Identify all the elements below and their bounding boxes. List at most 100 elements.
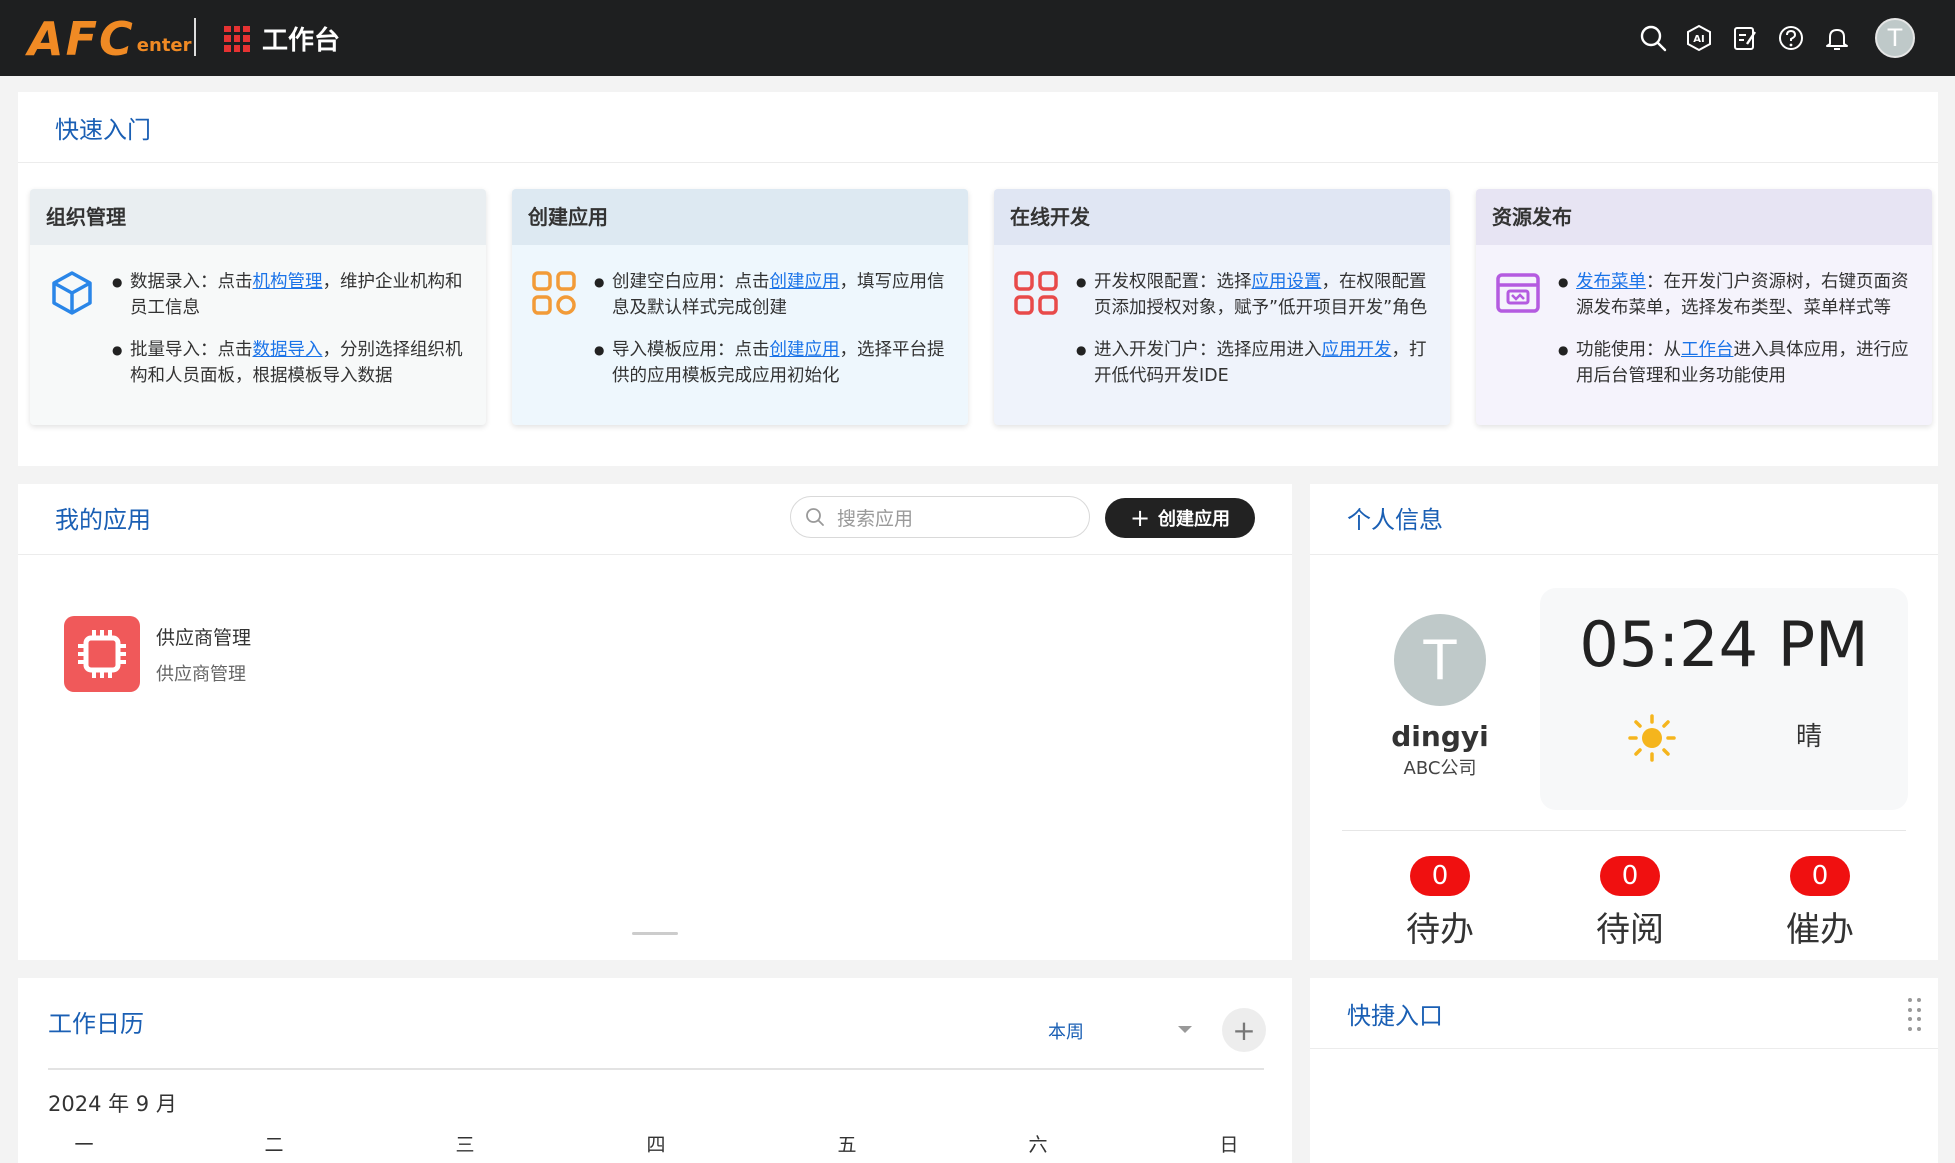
- weekday-header: 日: [1219, 1134, 1239, 1156]
- list-item: 开发权限配置：选择应用设置，在权限配置页添加授权对象，赋予”低开项目开发”角色: [1074, 269, 1440, 321]
- header-actions: AI T: [1639, 18, 1915, 58]
- card-steps: 创建空白应用：点击创建应用，填写应用信息及默认样式完成创建 导入模板应用：点击创…: [592, 269, 958, 405]
- publish-icon: [1494, 269, 1542, 317]
- plus-icon: +: [1129, 504, 1151, 532]
- link-publish-menu[interactable]: 发布菜单: [1576, 272, 1646, 292]
- list-item: 进入开发门户：选择应用进入应用开发，打开低代码开发IDE: [1074, 337, 1440, 389]
- drag-handle-icon[interactable]: [1908, 998, 1922, 1032]
- quick-start-title: 快速入门: [55, 116, 151, 144]
- card-steps: 开发权限配置：选择应用设置，在权限配置页添加授权对象，赋予”低开项目开发”角色 …: [1074, 269, 1440, 405]
- weekday-header: 一: [74, 1134, 94, 1156]
- user-avatar[interactable]: T: [1875, 18, 1915, 58]
- sun-icon: [1626, 712, 1678, 764]
- card-resource-publish[interactable]: 资源发布 发布菜单：在开发门户资源树，右键页面资源发布菜单，选择发布类型、菜单样…: [1476, 189, 1932, 425]
- card-steps: 数据录入：点击机构管理，维护企业机构和员工信息 批量导入：点击数据导入，分别选择…: [110, 269, 476, 405]
- search-icon: [806, 508, 824, 526]
- link-app-settings[interactable]: 应用设置: [1252, 272, 1322, 292]
- card-title: 创建应用: [512, 189, 968, 245]
- work-calendar-panel: 工作日历 本周 + 2024 年 9 月 一 二 三 四 五 六 日: [18, 978, 1292, 1163]
- card-title: 资源发布: [1476, 189, 1932, 245]
- logo-sub: enter: [136, 35, 192, 56]
- todo-label: 待办: [1406, 910, 1474, 950]
- app-tile[interactable]: 供应商管理 供应商管理: [64, 616, 251, 692]
- calendar-title: 工作日历: [48, 1010, 144, 1038]
- search-icon[interactable]: [1639, 24, 1667, 52]
- edit-icon[interactable]: [1731, 24, 1759, 52]
- todo-counter[interactable]: 0 待办: [1380, 856, 1500, 951]
- workspace-label: 工作台: [262, 26, 341, 56]
- workspace-title[interactable]: 工作台: [224, 20, 340, 57]
- card-title: 在线开发: [994, 189, 1450, 245]
- quick-entry-title: 快捷入口: [1347, 1002, 1443, 1030]
- divider: [1342, 830, 1906, 831]
- clock-time: 05:24 PM: [1579, 608, 1869, 681]
- card-title: 组织管理: [30, 189, 486, 245]
- scroll-indicator[interactable]: [632, 932, 678, 935]
- personal-info-title: 个人信息: [1347, 506, 1443, 534]
- panel-divider: [1310, 554, 1938, 555]
- link-workspace[interactable]: 工作台: [1681, 340, 1734, 360]
- create-app-button[interactable]: + 创建应用: [1105, 498, 1255, 538]
- urge-label: 催办: [1786, 910, 1854, 950]
- plus-icon: +: [1232, 1013, 1256, 1047]
- calendar-divider: [48, 1068, 1264, 1070]
- search-placeholder: 搜索应用: [837, 507, 914, 530]
- list-item: 导入模板应用：点击创建应用，选择平台提供的应用模板完成应用初始化: [592, 337, 958, 389]
- list-item: 发布菜单：在开发门户资源树，右键页面资源发布菜单，选择发布类型、菜单样式等: [1556, 269, 1922, 321]
- weekday-header: 五: [837, 1134, 857, 1156]
- calendar-month: 2024 年 9 月: [48, 1092, 177, 1116]
- toread-badge: 0: [1600, 856, 1660, 896]
- todo-badge: 0: [1410, 856, 1470, 896]
- app-desc: 供应商管理: [156, 663, 246, 685]
- quick-entry-panel: 快捷入口: [1310, 978, 1938, 1163]
- header-divider: [194, 18, 196, 56]
- add-event-button[interactable]: +: [1222, 1008, 1266, 1052]
- weather-text: 晴: [1796, 722, 1823, 752]
- create-app-label: 创建应用: [1158, 509, 1231, 530]
- company-name: ABC公司: [1403, 758, 1477, 779]
- list-item: 批量导入：点击数据导入，分别选择组织机构和人员面板，根据模板导入数据: [110, 337, 476, 389]
- toread-label: 待阅: [1596, 910, 1664, 950]
- card-org-management[interactable]: 组织管理 数据录入：点击机构管理，维护企业机构和员工信息 批量导入：点击数据导入…: [30, 189, 486, 425]
- logo-main: AFC: [28, 12, 135, 66]
- chevron-down-icon[interactable]: [1178, 1026, 1192, 1033]
- list-item: 功能使用：从工作台进入具体应用，进行应用后台管理和业务功能使用: [1556, 337, 1922, 389]
- help-icon[interactable]: [1777, 24, 1805, 52]
- link-create-app[interactable]: 创建应用: [770, 272, 840, 292]
- weekday-header: 六: [1028, 1134, 1048, 1156]
- calendar-range-select[interactable]: 本周: [1048, 1018, 1084, 1044]
- toread-counter[interactable]: 0 待阅: [1570, 856, 1690, 951]
- app-name: 供应商管理: [156, 626, 252, 649]
- link-create-app-template[interactable]: 创建应用: [770, 340, 840, 360]
- card-online-dev[interactable]: 在线开发 开发权限配置：选择应用设置，在权限配置页添加授权对象，赋予”低开项目开…: [994, 189, 1450, 425]
- my-apps-title: 我的应用: [55, 506, 151, 534]
- apps-icon: [530, 269, 578, 317]
- cube-icon: [48, 269, 96, 317]
- ai-icon[interactable]: AI: [1685, 24, 1713, 52]
- personal-info-panel: 个人信息 T dingyi ABC公司 05:24 PM 晴 0 待办 0 待阅: [1310, 484, 1938, 960]
- card-create-app[interactable]: 创建应用 创建空白应用：点击创建应用，填写应用信息及默认样式完成创建 导入模板应…: [512, 189, 968, 425]
- app-search-input[interactable]: 搜索应用: [790, 496, 1090, 538]
- list-item: 数据录入：点击机构管理，维护企业机构和员工信息: [110, 269, 476, 321]
- link-data-import[interactable]: 数据导入: [253, 340, 323, 360]
- profile-avatar[interactable]: T: [1394, 614, 1486, 706]
- urge-counter[interactable]: 0 催办: [1760, 856, 1880, 951]
- clock-weather-card: 05:24 PM 晴: [1540, 588, 1908, 810]
- link-app-dev[interactable]: 应用开发: [1322, 340, 1392, 360]
- grid-menu-icon: [224, 25, 250, 52]
- top-bar: AFC enter 工作台 AI T: [0, 0, 1955, 76]
- grid-icon: [1012, 269, 1060, 317]
- logo[interactable]: AFC enter: [28, 12, 192, 62]
- panel-divider: [1310, 1048, 1938, 1049]
- weekday-header: 四: [646, 1134, 666, 1156]
- panel-divider: [18, 554, 1292, 555]
- panel-divider: [18, 162, 1938, 163]
- link-org-management[interactable]: 机构管理: [253, 272, 323, 292]
- my-apps-panel: 我的应用 搜索应用 + 创建应用 供应商管理 供应商管理: [18, 484, 1292, 960]
- weekday-header: 三: [455, 1134, 475, 1156]
- chip-icon: [64, 616, 140, 692]
- bell-icon[interactable]: [1823, 24, 1851, 52]
- username: dingyi: [1391, 720, 1489, 753]
- quick-start-panel: 快速入门 组织管理 数据录入：点击机构管理，维护企业机构和员工信息 批量导入：点…: [18, 92, 1938, 466]
- card-steps: 发布菜单：在开发门户资源树，右键页面资源发布菜单，选择发布类型、菜单样式等 功能…: [1556, 269, 1922, 405]
